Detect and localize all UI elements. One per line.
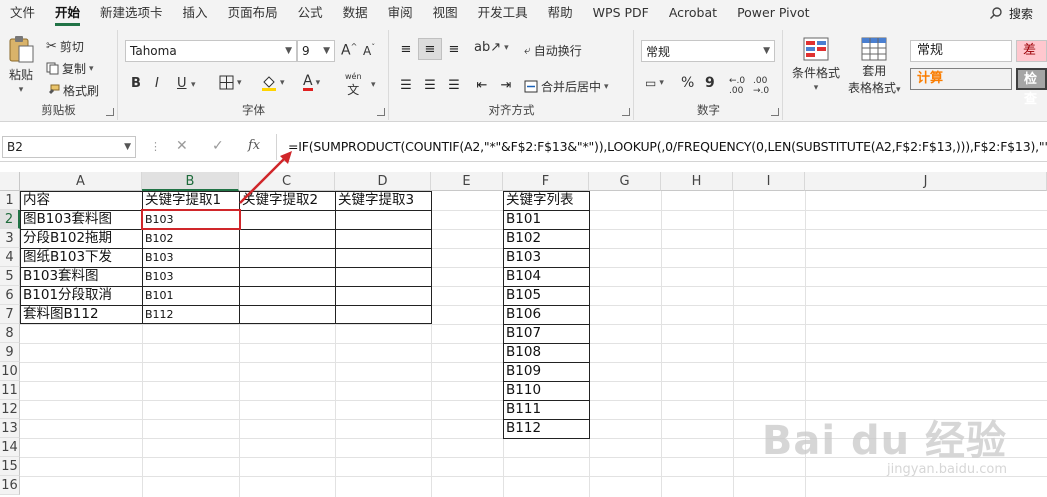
excel-window: 文件 开始 新建选项卡 插入 页面布局 公式 数据 审阅 视图 开发工具 帮助 …: [0, 0, 1047, 497]
annotation-arrow-icon: [239, 151, 292, 204]
